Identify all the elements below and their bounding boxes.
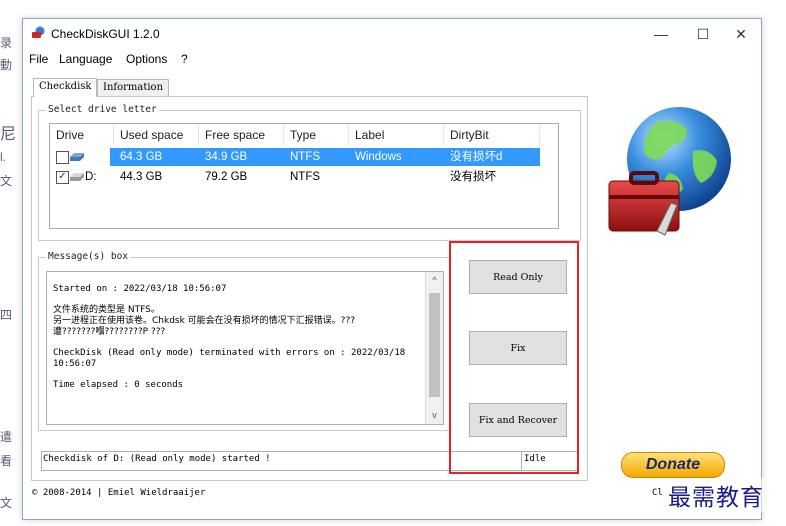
message-line: CheckDisk (Read only mode) terminated wi… xyxy=(53,348,411,369)
background-text: 文 xyxy=(0,174,13,188)
volume-label: Windows xyxy=(355,151,402,163)
tab-information[interactable]: Information xyxy=(97,79,170,96)
drive-group-label: Select drive letter xyxy=(46,104,159,115)
app-window: CheckDiskGUI 1.2.0 — ☐ ✕ File Language O… xyxy=(22,18,762,520)
background-text: 四 xyxy=(0,308,13,322)
window-title: CheckDiskGUI 1.2.0 xyxy=(51,27,160,41)
message-line: Time elapsed : 0 seconds xyxy=(53,380,184,390)
used-space: 44.3 GB xyxy=(120,171,163,183)
column-header-type[interactable]: Type xyxy=(284,124,349,146)
background-text: 遣 xyxy=(0,430,13,444)
background-text: 看 xyxy=(0,454,13,468)
column-header-used[interactable]: Used space xyxy=(114,124,199,146)
background-text: l. xyxy=(0,150,6,164)
drive-icon xyxy=(70,153,84,161)
highlight-box xyxy=(449,241,579,474)
drive-letter: D: xyxy=(85,171,97,183)
dirtybit: 没有损坏d xyxy=(450,151,503,163)
donate-button[interactable]: Donate xyxy=(621,452,725,478)
column-header-dirtybit[interactable]: DirtyBit xyxy=(444,124,540,146)
menu-options[interactable]: Options xyxy=(126,52,167,66)
free-space: 79.2 GB xyxy=(205,171,248,183)
scroll-up-button[interactable]: ^ xyxy=(426,272,443,289)
message-line: 遭???????嗰????????P ??? xyxy=(53,327,166,337)
scroll-thumb[interactable] xyxy=(429,293,440,397)
app-icon xyxy=(32,26,45,38)
drive-row[interactable]: C: 64.3 GB 34.9 GB NTFS Windows 没有损坏d xyxy=(50,148,558,166)
used-space: 64.3 GB xyxy=(120,151,163,163)
column-header-label[interactable]: Label xyxy=(349,124,444,146)
message-line: 文件系统的类型是 NTFS。 xyxy=(53,305,160,315)
drive-icon xyxy=(70,173,84,181)
background-text: 尼 xyxy=(0,126,17,143)
free-space: 34.9 GB xyxy=(205,151,248,163)
background-text: 录 xyxy=(0,36,13,50)
column-header-drive[interactable]: Drive xyxy=(50,124,114,146)
checkdisk-logo-icon xyxy=(608,107,731,236)
menu-bar: File Language Options ? xyxy=(23,49,761,69)
close-button[interactable]: ✕ xyxy=(723,23,759,45)
message-group-label: Message(s) box xyxy=(46,251,131,262)
message-scrollbar[interactable]: ^ v xyxy=(425,272,443,424)
drive-checkbox[interactable]: ✓ xyxy=(56,171,69,184)
title-bar[interactable]: CheckDiskGUI 1.2.0 — ☐ ✕ xyxy=(23,19,761,49)
menu-file[interactable]: File xyxy=(29,52,48,66)
watermark-text: 最需教育 xyxy=(668,478,764,512)
menu-help[interactable]: ? xyxy=(181,52,188,66)
maximize-button[interactable]: ☐ xyxy=(685,23,721,45)
drive-letter: C: xyxy=(85,151,97,163)
fs-type: NTFS xyxy=(290,151,321,163)
column-header-free[interactable]: Free space xyxy=(199,124,284,146)
drive-checkbox[interactable] xyxy=(56,151,69,164)
menu-language[interactable]: Language xyxy=(59,52,112,66)
scroll-down-button[interactable]: v xyxy=(426,407,443,424)
minimize-button[interactable]: — xyxy=(643,23,679,45)
tab-checkdisk[interactable]: Checkdisk xyxy=(33,78,98,97)
copyright-text: © 2008-2014 | Emiel Wieldraaijer xyxy=(32,488,206,498)
message-content: Started on : 2022/03/18 10:56:07 文件系统的类型… xyxy=(47,272,421,391)
footer-right-text: Cl xyxy=(652,488,663,498)
drive-row[interactable]: ✓ D: 44.3 GB 79.2 GB NTFS 没有损坏 xyxy=(50,168,558,186)
background-text: 文 xyxy=(0,496,13,510)
dirtybit: 没有损坏 xyxy=(450,171,496,183)
drive-list[interactable]: Drive Used space Free space Type Label D… xyxy=(49,123,559,229)
fs-type: NTFS xyxy=(290,171,321,183)
message-line: 另一进程正在使用该卷。Chkdsk 可能会在没有损坏的情况下汇报错误。??? xyxy=(53,316,356,326)
message-line: Started on : 2022/03/18 10:56:07 xyxy=(53,284,227,294)
message-textbox[interactable]: Started on : 2022/03/18 10:56:07 文件系统的类型… xyxy=(46,271,444,425)
background-text: 動 xyxy=(0,58,13,72)
